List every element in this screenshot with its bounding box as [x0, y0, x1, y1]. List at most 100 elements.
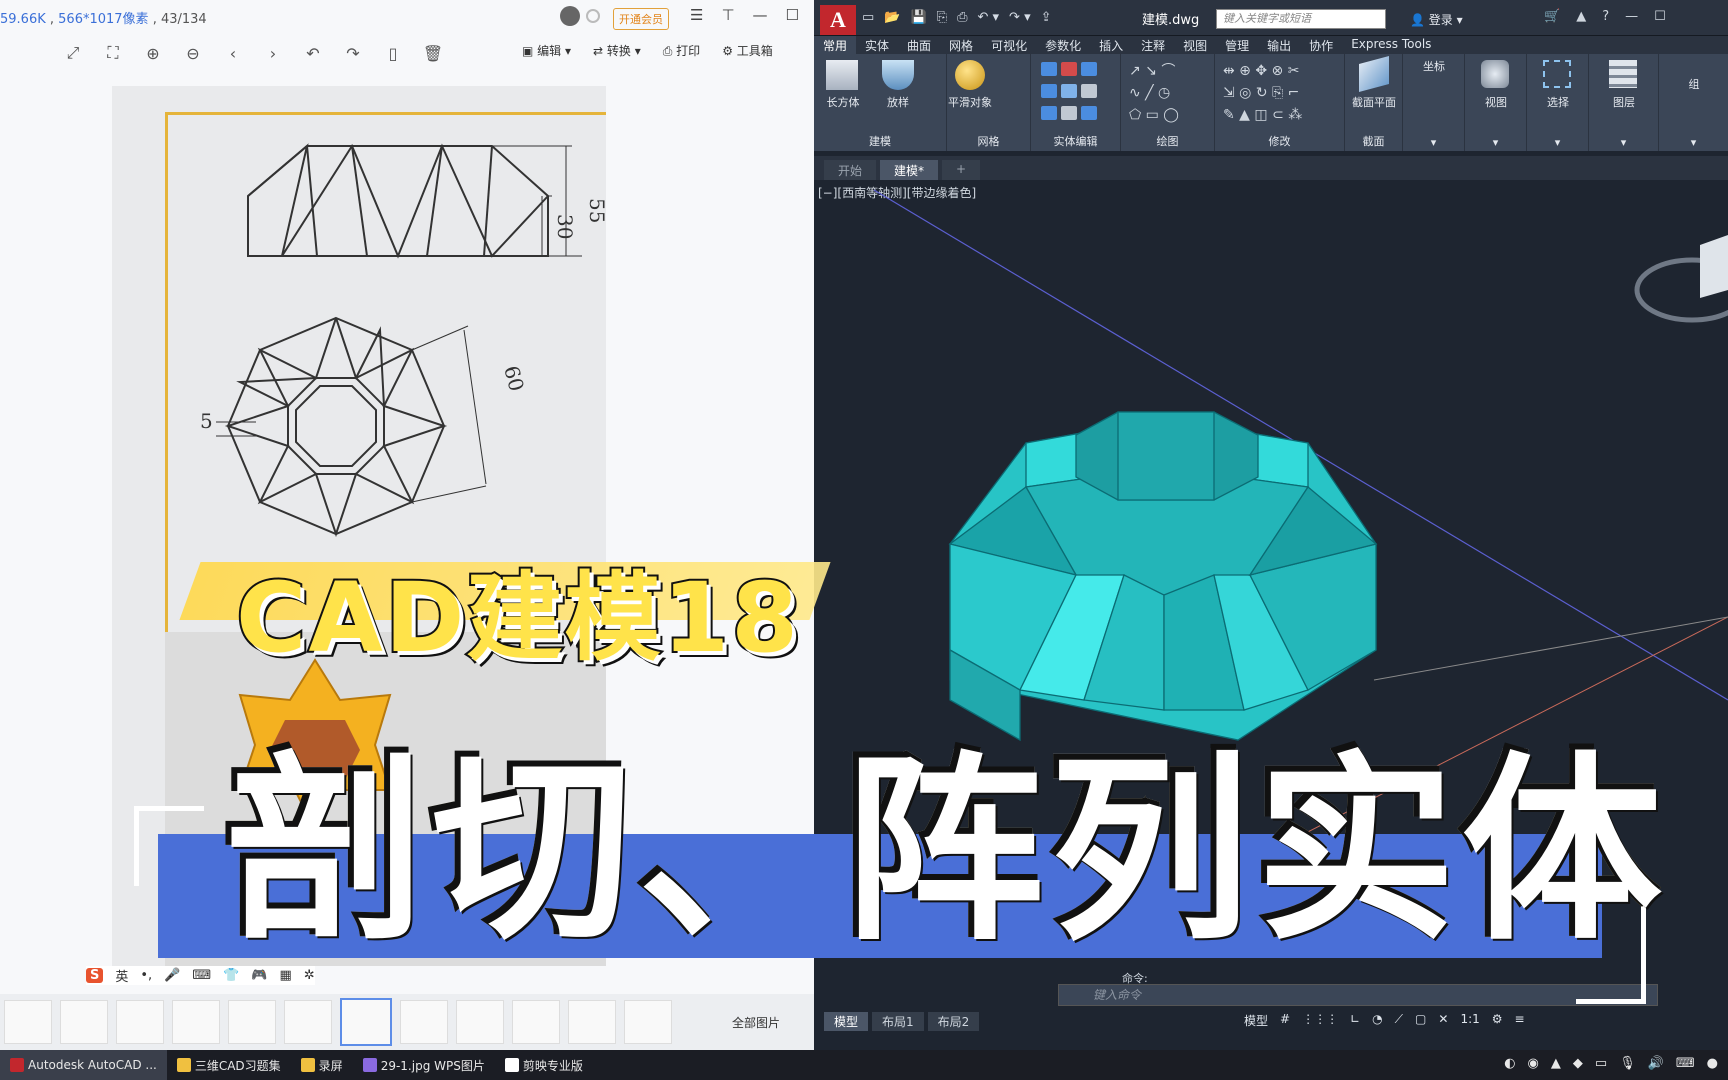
- undo-icon[interactable]: ↶ ▾: [977, 10, 999, 25]
- tray-mic-icon[interactable]: 🎙: [1619, 1056, 1636, 1071]
- ribbon-tab[interactable]: 可视化: [982, 36, 1036, 54]
- save-as-icon[interactable]: ⎘: [937, 10, 947, 25]
- panel-label[interactable]: 实体编辑: [1031, 133, 1120, 149]
- autodesk-app-icon[interactable]: ▲: [1576, 9, 1586, 24]
- thumbnail[interactable]: [512, 1000, 560, 1044]
- delete-icon[interactable]: 🗑: [420, 38, 446, 68]
- help-icon[interactable]: ?: [1602, 9, 1609, 24]
- taskbar-item-jianying[interactable]: 剪映专业版: [495, 1050, 593, 1080]
- panel-dropdown[interactable]: ▾: [1527, 136, 1588, 149]
- print-button[interactable]: ⎙ 打印: [663, 42, 700, 59]
- fit-window-icon[interactable]: ⛶: [100, 38, 126, 68]
- sogou-icon[interactable]: S: [86, 968, 104, 983]
- customize-icon[interactable]: ≡: [1515, 1012, 1525, 1029]
- layout-tab[interactable]: 布局2: [927, 1012, 980, 1031]
- game-icon[interactable]: 🎮: [251, 968, 267, 983]
- panel-dropdown[interactable]: ▾: [1589, 136, 1658, 149]
- tray-notify-icon[interactable]: ●: [1707, 1056, 1718, 1071]
- rotate-right-icon[interactable]: ↷: [340, 38, 366, 68]
- maximize-icon[interactable]: ☐: [786, 6, 799, 24]
- thumbnail[interactable]: [60, 1000, 108, 1044]
- pin-icon[interactable]: ⊤: [721, 6, 734, 24]
- grid-icon[interactable]: #: [1280, 1012, 1290, 1029]
- tray-ime-icon[interactable]: ⌨: [1676, 1056, 1695, 1071]
- search-input[interactable]: 键入关键字或短语: [1216, 9, 1386, 29]
- tray-nvidia-icon[interactable]: ◆: [1573, 1056, 1583, 1071]
- toolbox-button[interactable]: ⚙ 工具箱: [722, 42, 773, 59]
- microphone-icon[interactable]: 🎤: [164, 968, 180, 983]
- ribbon-tab[interactable]: 管理: [1216, 36, 1258, 54]
- punctuation-icon[interactable]: •,: [140, 968, 152, 983]
- annotation-icon[interactable]: ✕: [1438, 1012, 1448, 1029]
- ribbon-tab[interactable]: 插入: [1090, 36, 1132, 54]
- ime-language[interactable]: 英: [115, 966, 128, 985]
- panel-label[interactable]: 截面: [1345, 133, 1402, 149]
- section-plane-button[interactable]: 截面平面: [1349, 94, 1399, 110]
- thumbnail[interactable]: [116, 1000, 164, 1044]
- mouse-icon[interactable]: ▯: [380, 38, 406, 68]
- annotation-scale[interactable]: 1:1: [1460, 1012, 1479, 1029]
- settings-icon[interactable]: ✲: [304, 968, 315, 983]
- document-tab[interactable]: 开始: [824, 160, 877, 180]
- taskbar-item-recording[interactable]: 录屏: [291, 1050, 353, 1080]
- edit-button[interactable]: ▣ 编辑 ▾: [522, 42, 571, 59]
- thumbnail[interactable]: [456, 1000, 504, 1044]
- all-pictures-button[interactable]: 全部图片: [732, 1014, 780, 1031]
- workspace-icon[interactable]: ⚙: [1492, 1012, 1503, 1029]
- cart-icon[interactable]: 🛒: [1544, 9, 1560, 24]
- layout-tab[interactable]: 布局1: [872, 1012, 924, 1031]
- user-avatar[interactable]: [560, 6, 580, 26]
- zoom-out-icon[interactable]: ⊖: [180, 38, 206, 68]
- layers-button[interactable]: 图层: [1599, 94, 1649, 110]
- tray-battery-icon[interactable]: ▭: [1595, 1056, 1607, 1071]
- new-tab-button[interactable]: +: [942, 160, 981, 180]
- group-button[interactable]: 组: [1669, 76, 1719, 92]
- thumbnail[interactable]: [172, 1000, 220, 1044]
- box-button[interactable]: 长方体: [818, 94, 868, 110]
- viewcube[interactable]: [1634, 235, 1728, 323]
- ribbon-tab[interactable]: 注释: [1132, 36, 1174, 54]
- panel-label[interactable]: 修改: [1215, 133, 1344, 149]
- status-icon[interactable]: [586, 9, 600, 23]
- tray-drive-icon[interactable]: ▲: [1551, 1056, 1561, 1071]
- maximize-icon[interactable]: ☐: [1654, 9, 1666, 24]
- smooth-object-button[interactable]: 平滑对象: [945, 94, 995, 110]
- plot-icon[interactable]: ⎙: [957, 10, 967, 25]
- polar-icon[interactable]: ◔: [1372, 1012, 1382, 1029]
- open-file-icon[interactable]: 📂: [884, 10, 900, 25]
- layout-tab[interactable]: 模型: [824, 1012, 869, 1031]
- thumbnail[interactable]: [400, 1000, 448, 1044]
- previous-icon[interactable]: ‹: [220, 38, 246, 68]
- thumbnail[interactable]: [4, 1000, 52, 1044]
- tray-app-icon[interactable]: ◐: [1504, 1056, 1515, 1071]
- selection-button[interactable]: 选择: [1533, 94, 1583, 110]
- tray-volume-icon[interactable]: 🔊: [1648, 1056, 1664, 1071]
- snap-icon[interactable]: ⋮⋮⋮: [1302, 1012, 1338, 1029]
- ribbon-tab[interactable]: 视图: [1174, 36, 1216, 54]
- thumbnail[interactable]: [340, 998, 392, 1046]
- ribbon-tab[interactable]: 常用: [814, 36, 857, 54]
- command-input[interactable]: 键入命令: [1058, 984, 1658, 1006]
- model-space-toggle[interactable]: 模型: [1244, 1012, 1268, 1029]
- redo-icon[interactable]: ↷ ▾: [1009, 10, 1031, 25]
- minimize-icon[interactable]: —: [1625, 9, 1638, 24]
- application-menu-button[interactable]: A: [820, 5, 856, 35]
- keyboard-icon[interactable]: ⌨: [192, 968, 211, 983]
- taskbar-item-folder[interactable]: 三维CAD习题集: [167, 1050, 291, 1080]
- ribbon-tab[interactable]: 协作: [1300, 36, 1342, 54]
- ribbon-tab[interactable]: 实体: [856, 36, 898, 54]
- menu-icon[interactable]: ☰: [690, 6, 703, 24]
- ortho-icon[interactable]: ∟: [1350, 1012, 1360, 1029]
- loft-button[interactable]: 放样: [873, 94, 923, 110]
- thumbnail[interactable]: [624, 1000, 672, 1044]
- thumbnail[interactable]: [228, 1000, 276, 1044]
- minimize-icon[interactable]: —: [753, 6, 768, 24]
- convert-button[interactable]: ⇄ 转换 ▾: [593, 42, 641, 59]
- panel-label[interactable]: 网格: [947, 133, 1030, 149]
- zoom-in-icon[interactable]: ⊕: [140, 38, 166, 68]
- ribbon-tab[interactable]: 曲面: [898, 36, 940, 54]
- taskbar-item-autocad[interactable]: Autodesk AutoCAD ...: [0, 1050, 167, 1080]
- osnap-icon[interactable]: ▢: [1415, 1012, 1426, 1029]
- ribbon-tab[interactable]: 输出: [1258, 36, 1300, 54]
- vip-button[interactable]: 开通会员: [613, 8, 669, 30]
